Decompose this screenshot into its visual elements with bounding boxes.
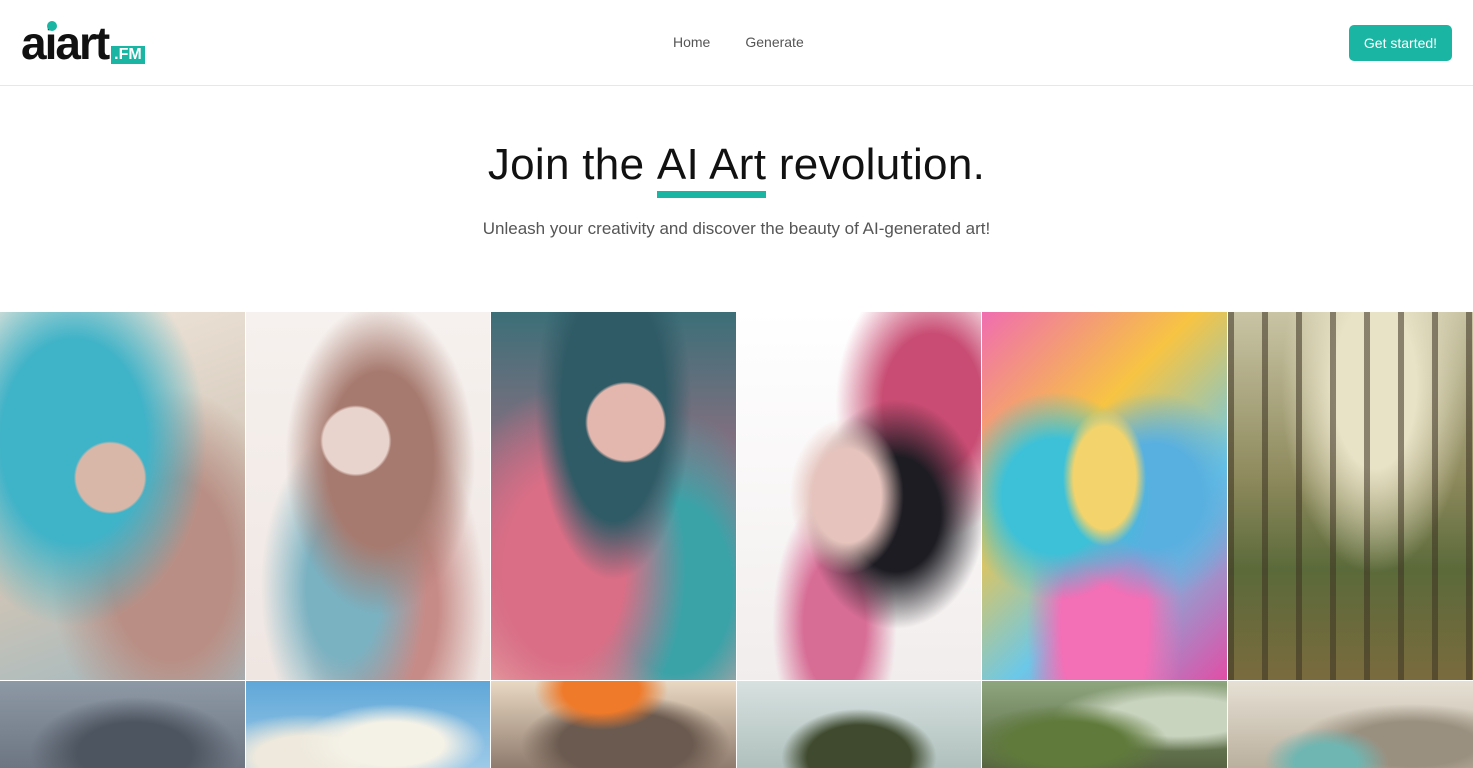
get-started-button[interactable]: Get started! [1349,25,1452,61]
nav-link-generate[interactable]: Generate [745,34,803,50]
gallery-tile-rock-island[interactable] [737,681,981,768]
hero-title-start: Join the [487,140,657,189]
gallery-tile-sky-clouds[interactable] [246,681,490,768]
art-gallery [0,312,1473,768]
gallery-tile-pink-teal-leaf-woman[interactable] [491,312,736,680]
gallery-tile-sunlit-forest[interactable] [1228,312,1473,680]
logo-dot-icon [47,21,57,31]
hero-subtitle: Unleash your creativity and discover the… [482,219,991,238]
nav-link-home[interactable]: Home [673,34,710,50]
main-nav: Home Generate [673,34,804,50]
navbar: aiart .FM Home Generate Get started! [0,0,1473,86]
logo-wordmark: aiart [21,17,110,69]
gallery-tile-mossy-forest[interactable] [982,681,1227,768]
hero-title: Join the AI Art revolution. [0,140,1473,198]
gallery-tile-orange-haired-creature[interactable] [491,681,736,768]
site-logo[interactable]: aiart .FM [21,16,145,66]
gallery-tile-turquoise-floral-woman[interactable] [0,312,245,680]
gallery-tile-misty-mountains[interactable] [1228,681,1473,768]
gallery-tile-psychedelic-pop-girl[interactable] [982,312,1227,680]
gallery-tile-grey-character[interactable] [0,681,245,768]
hero-title-end: revolution. [766,140,986,189]
gallery-tile-pastel-floral-woman[interactable] [246,312,490,680]
gallery-tile-ink-splatter-face[interactable] [737,312,981,680]
hero-title-highlight: AI Art [656,140,767,198]
logo-suffix: .FM [111,46,145,64]
